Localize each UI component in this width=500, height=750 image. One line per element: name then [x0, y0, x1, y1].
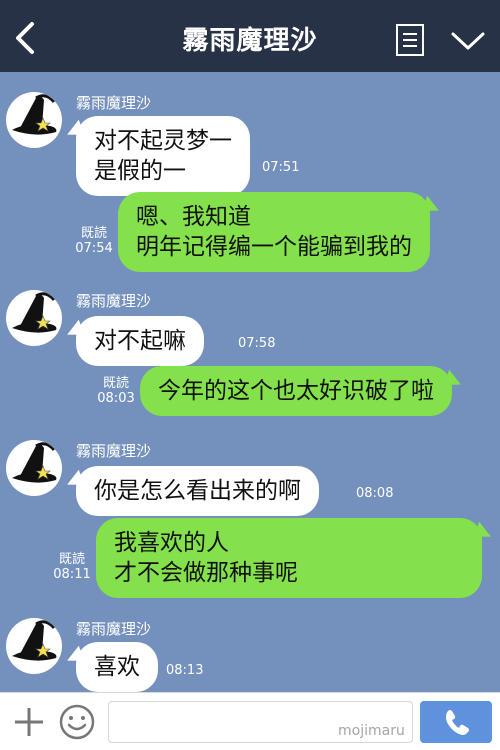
message-list[interactable]: 霧雨魔理沙 对不起灵梦一 是假的一 07:51 既読 07:54 嗯、我知道 明…: [0, 72, 500, 692]
message-time: 07:58: [238, 336, 276, 351]
phone-icon: [446, 710, 469, 735]
emoji-button[interactable]: [58, 703, 96, 741]
message-meta: 既読 07:54: [74, 226, 114, 256]
message-text-line: 今年的这个也太好识破了啦: [158, 378, 434, 404]
message-text-line: 嗯、我知道: [136, 204, 251, 230]
input-bar: [0, 692, 500, 750]
message-text-line: 才不会做那种事呢: [114, 560, 298, 586]
avatar[interactable]: [6, 92, 62, 148]
call-button[interactable]: [420, 701, 492, 743]
witch-hat-avatar-icon: [12, 94, 57, 135]
watermark: mojimaru: [338, 723, 405, 739]
message-text-line: 是假的一: [94, 158, 186, 184]
message-bubble-outgoing[interactable]: 嗯、我知道 明年记得编一个能骗到我的: [118, 192, 430, 272]
message-meta: 既読 08:11: [52, 552, 92, 582]
message-time: 08:13: [166, 663, 204, 678]
message-time: 08:08: [356, 486, 394, 501]
witch-hat-avatar-icon: [12, 620, 57, 661]
collapse-button[interactable]: [448, 26, 488, 56]
plus-icon: [15, 708, 43, 736]
read-receipt: 既読: [58, 552, 85, 567]
witch-hat-avatar-icon: [12, 442, 57, 483]
message-text-line: 喜欢: [94, 654, 140, 680]
message-time: 07:54: [75, 241, 113, 256]
message-bubble-incoming[interactable]: 对不起灵梦一 是假的一: [76, 116, 250, 196]
message-bubble-incoming[interactable]: 喜欢: [76, 642, 158, 692]
add-button[interactable]: [12, 705, 46, 739]
sender-name: 霧雨魔理沙: [76, 442, 152, 460]
sender-name: 霧雨魔理沙: [76, 94, 152, 112]
witch-hat-avatar-icon: [12, 292, 57, 333]
message-text-line: 你是怎么看出来的啊: [94, 478, 301, 504]
menu-button[interactable]: [394, 22, 426, 58]
message-bubble-incoming[interactable]: 你是怎么看出来的啊: [76, 466, 319, 516]
read-receipt: 既読: [102, 376, 129, 391]
message-time: 08:03: [97, 391, 135, 406]
message-text-line: 明年记得编一个能骗到我的: [136, 234, 412, 260]
message-text-line: 对不起嘛: [94, 328, 186, 354]
emoji-icon: [59, 704, 95, 740]
sender-name: 霧雨魔理沙: [76, 620, 152, 638]
message-text-line: 对不起灵梦一: [94, 128, 232, 154]
chevron-down-icon: [451, 32, 485, 50]
avatar[interactable]: [6, 290, 62, 346]
avatar[interactable]: [6, 440, 62, 496]
message-bubble-outgoing[interactable]: 我喜欢的人 才不会做那种事呢: [96, 518, 482, 598]
message-bubble-incoming[interactable]: 对不起嘛: [76, 316, 204, 366]
read-receipt: 既読: [80, 226, 107, 241]
message-text-line: 我喜欢的人: [114, 530, 229, 556]
message-meta: 既読 08:03: [96, 376, 136, 406]
message-bubble-outgoing[interactable]: 今年的这个也太好识破了啦: [140, 366, 452, 416]
message-time: 07:51: [262, 160, 300, 175]
sender-name: 霧雨魔理沙: [76, 292, 152, 310]
menu-list-icon: [396, 24, 424, 56]
message-time: 08:11: [53, 567, 91, 582]
chat-header: 霧雨魔理沙: [0, 0, 500, 72]
avatar[interactable]: [6, 618, 62, 674]
